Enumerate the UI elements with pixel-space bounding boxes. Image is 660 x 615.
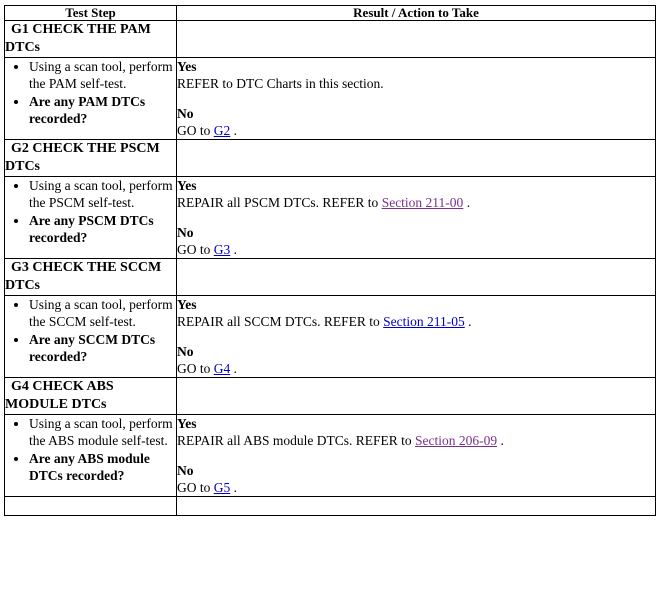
group-title-result-spacer [176,258,656,296]
table-row: Using a scan tool, perform the PAM self-… [4,57,656,140]
result-action-cell: Yes REFER to DTC Charts in this section. N… [176,57,656,140]
test-step-list: Using a scan tool, perform the PAM self-… [5,58,176,127]
result-action-prefix: GO to [177,123,214,138]
table-row: Using a scan tool, perform the ABS modul… [4,414,656,497]
result-action-prefix: GO to [177,242,214,257]
table-row: Using a scan tool, perform the PSCM self… [4,176,656,259]
result-block-gap [177,449,655,462]
test-step-group-title: G4 CHECK ABS MODULE DTCs [4,377,177,415]
result-answer-label: Yes [177,178,197,193]
test-step-cell: Using a scan tool, perform the PAM self-… [4,57,177,140]
result-action-text: REPAIR all ABS module DTCs. REFER to Sec… [177,432,655,449]
result-action-prefix: GO to [177,480,214,495]
list-item: Using a scan tool, perform the SCCM self… [29,296,176,330]
group-title-text: G3 CHECK THE SCCM DTCs [5,260,162,293]
result-answer-label: No [177,344,194,359]
group-title-text: G2 CHECK THE PSCM DTCs [5,141,160,174]
result-action-suffix: . [497,433,504,448]
document-page: Test Step Result / Action to Take G1 CHE… [0,0,660,516]
result-action-text: GO to G3 . [177,241,655,258]
result-action-suffix: . [230,480,237,495]
group-title-text: G1 CHECK THE PAM DTCs [5,22,151,55]
result-action-prefix: REPAIR all ABS module DTCs. REFER to [177,433,416,448]
result-action-prefix: REPAIR all PSCM DTCs. REFER to [177,195,382,210]
result-answer-label: Yes [177,59,197,74]
table-row [4,496,656,516]
test-step-cell: Using a scan tool, perform the SCCM self… [4,295,177,378]
reference-link[interactable]: Section 211-05 [383,314,465,329]
result-answer-label: Yes [177,297,197,312]
list-item: Are any PAM DTCs recorded? [29,93,176,127]
reference-link[interactable]: G4 [214,361,231,376]
result-action-suffix: . [230,361,237,376]
test-step-list: Using a scan tool, perform the SCCM self… [5,296,176,365]
reference-link[interactable]: G3 [214,242,231,257]
result-answer-label: No [177,106,194,121]
table-body: G1 CHECK THE PAM DTCs Using a scan tool,… [4,20,656,516]
table-row: G4 CHECK ABS MODULE DTCs [4,377,656,415]
result-block-gap [177,330,655,343]
group-title-result-spacer [176,20,656,58]
result-action-text: GO to G2 . [177,122,655,139]
list-item: Are any ABS module DTCs recorded? [29,450,176,484]
table-row: Using a scan tool, perform the SCCM self… [4,295,656,378]
result-block-gap [177,92,655,105]
next-group-result-partial [176,496,656,516]
result-block-gap [177,211,655,224]
table-row: G1 CHECK THE PAM DTCs [4,20,656,58]
list-item: Are any PSCM DTCs recorded? [29,212,176,246]
result-action-prefix: REFER to DTC Charts in this section. [177,76,384,91]
test-step-group-title: G2 CHECK THE PSCM DTCs [4,139,177,177]
result-action-suffix: . [463,195,471,210]
test-step-cell: Using a scan tool, perform the PSCM self… [4,176,177,259]
test-step-cell: Using a scan tool, perform the ABS modul… [4,414,177,497]
reference-link[interactable]: G5 [214,480,231,495]
table-row: G3 CHECK THE SCCM DTCs [4,258,656,296]
reference-link[interactable]: G2 [214,123,231,138]
group-title-text: G4 CHECK ABS MODULE DTCs [5,379,114,412]
column-header-result-action: Result / Action to Take [176,5,656,21]
group-title-result-spacer [176,377,656,415]
list-item: Using a scan tool, perform the PSCM self… [29,177,176,211]
result-action-suffix: . [230,123,237,138]
result-action-cell: Yes REPAIR all ABS module DTCs. REFER to … [176,414,656,497]
list-item: Using a scan tool, perform the PAM self-… [29,58,176,92]
table-header: Test Step Result / Action to Take [4,5,656,21]
result-action-text: REFER to DTC Charts in this section. [177,75,655,92]
result-answer-label: No [177,463,194,478]
result-action-cell: Yes REPAIR all SCCM DTCs. REFER to Sectio… [176,295,656,378]
result-action-prefix: REPAIR all SCCM DTCs. REFER to [177,314,384,329]
result-action-text: GO to G5 . [177,479,655,496]
test-step-list: Using a scan tool, perform the PSCM self… [5,177,176,246]
result-action-text: REPAIR all SCCM DTCs. REFER to Section 2… [177,313,655,330]
result-action-prefix: GO to [177,361,214,376]
result-action-cell: Yes REPAIR all PSCM DTCs. REFER to Sectio… [176,176,656,259]
reference-link[interactable]: Section 206-09 [415,433,497,448]
result-action-text: GO to G4 . [177,360,655,377]
test-step-group-title: G3 CHECK THE SCCM DTCs [4,258,177,296]
group-title-result-spacer [176,139,656,177]
test-step-list: Using a scan tool, perform the ABS modul… [5,415,176,484]
result-answer-label: No [177,225,194,240]
result-action-text: REPAIR all PSCM DTCs. REFER to Section 2… [177,194,655,211]
column-header-test-step: Test Step [4,5,177,21]
next-group-title-partial [4,496,177,516]
test-step-group-title: G1 CHECK THE PAM DTCs [4,20,177,58]
list-item: Are any SCCM DTCs recorded? [29,331,176,365]
result-answer-label: Yes [177,416,197,431]
diagnostic-test-step-table: Test Step Result / Action to Take G1 CHE… [4,5,656,516]
table-row: G2 CHECK THE PSCM DTCs [4,139,656,177]
table-header-row: Test Step Result / Action to Take [4,5,656,21]
result-action-suffix: . [464,314,472,329]
result-action-suffix: . [230,242,237,257]
list-item: Using a scan tool, perform the ABS modul… [29,415,176,449]
reference-link[interactable]: Section 211-00 [382,195,464,210]
